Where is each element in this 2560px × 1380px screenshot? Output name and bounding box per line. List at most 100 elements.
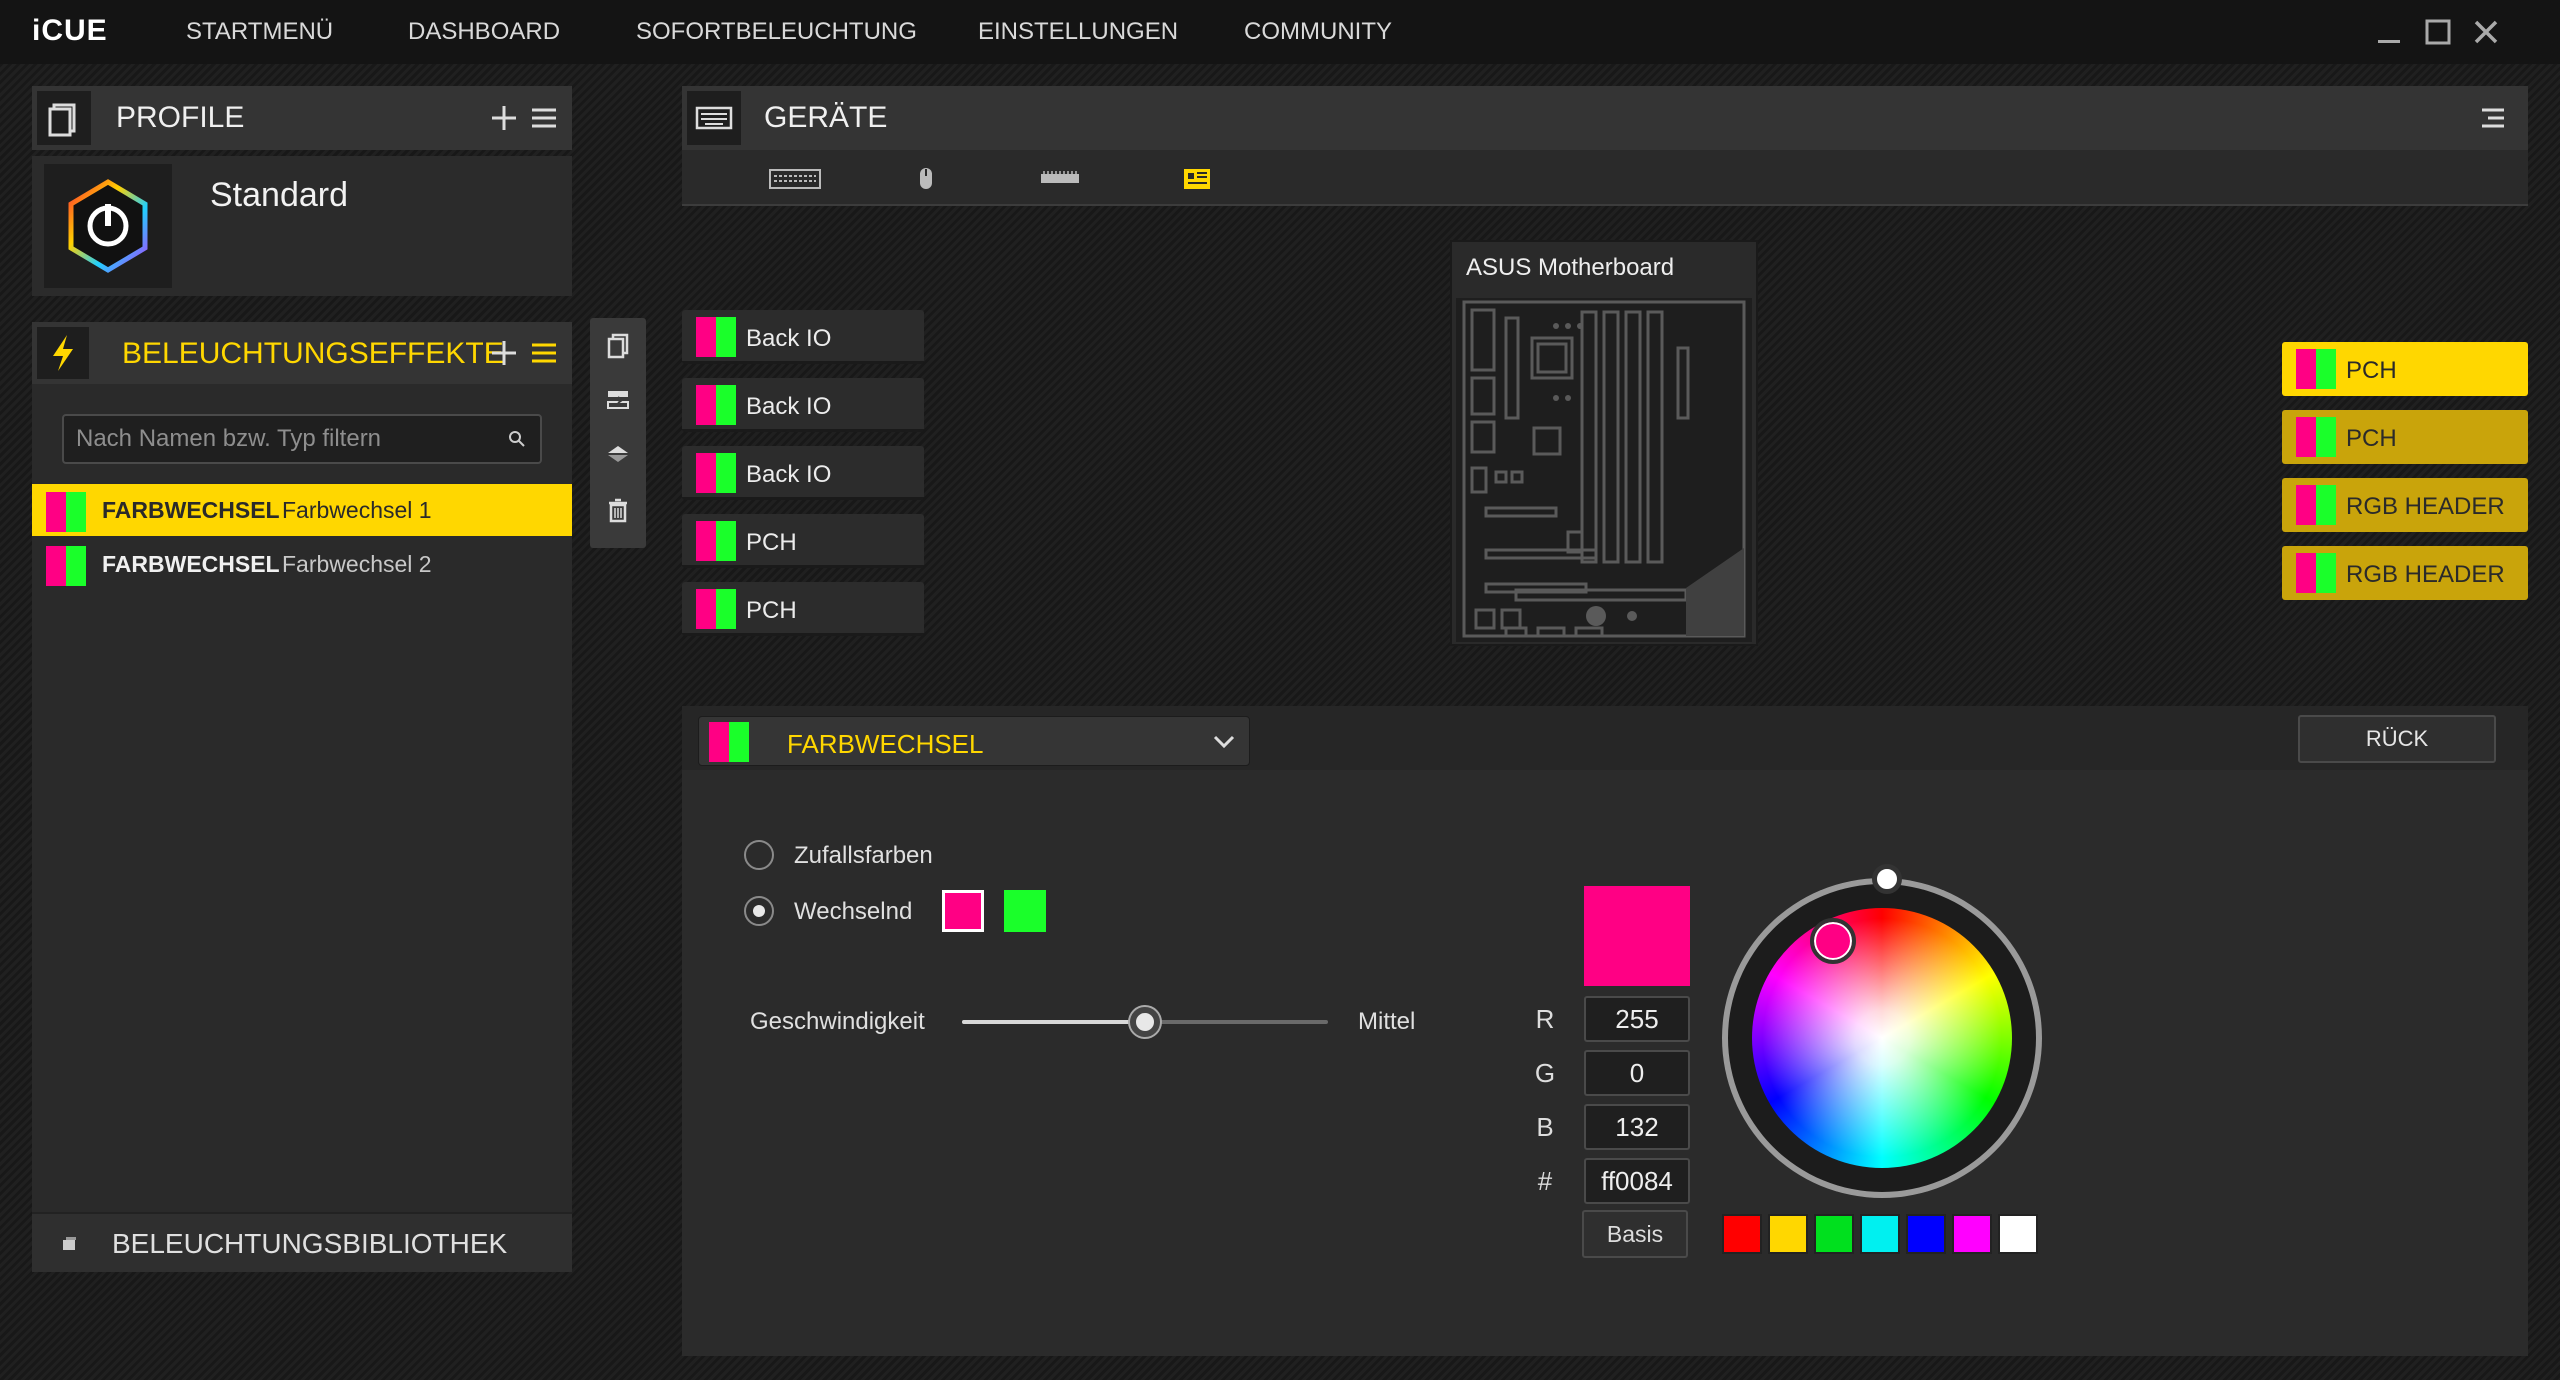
effect-editor-panel: Zufallsfarben Wechselnd Geschwindigkeit … [682, 770, 2528, 1356]
zone-label: RGB HEADER [2346, 561, 2505, 588]
effects-filter-input[interactable] [62, 414, 542, 464]
nav-startmenu[interactable]: STARTMENÜ [186, 18, 333, 46]
lightning-icon [37, 327, 89, 379]
zone-color-swatch [2296, 485, 2336, 525]
zone-color-swatch [696, 385, 736, 425]
profiles-menu-icon[interactable] [528, 102, 560, 134]
profiles-header: PROFILE [32, 86, 572, 150]
preset-blue[interactable] [1906, 1214, 1946, 1254]
lighting-library-bar[interactable]: BELEUCHTUNGSBIBLIOTHEK [32, 1212, 572, 1272]
preset-green[interactable] [1814, 1214, 1854, 1254]
zone-color-swatch [696, 521, 736, 561]
device-name: ASUS Motherboard [1466, 254, 1675, 281]
library-icon [60, 1234, 80, 1254]
zone-color-swatch [696, 453, 736, 493]
ram-icon[interactable] [1040, 170, 1080, 186]
back-button[interactable]: RÜCK [2298, 715, 2496, 763]
delete-icon[interactable] [604, 496, 632, 524]
app-logo: iCUE [32, 14, 108, 47]
color-picker-knob[interactable] [1810, 918, 1856, 964]
color-wheel-disc[interactable] [1752, 908, 2012, 1168]
add-effect-button[interactable] [488, 337, 520, 369]
color-wheel[interactable] [1722, 864, 2042, 1198]
hex-label: # [1537, 1166, 1553, 1196]
zone-color-swatch [2296, 417, 2336, 457]
hex-value-field[interactable]: ff0084 [1584, 1158, 1690, 1204]
effects-title: BELEUCHTUNGSEFFEKTE [122, 337, 504, 370]
effect-type-label: FARBWECHSEL [102, 497, 280, 523]
add-profile-button[interactable] [488, 102, 520, 134]
profile-thumbnail [44, 164, 172, 288]
zone-label: Back IO [746, 461, 832, 488]
title-bar: iCUE STARTMENÜ DASHBOARD SOFORTBELEUCHTU… [0, 0, 2560, 64]
maximize-icon[interactable] [2422, 16, 2454, 48]
profile-item[interactable]: Standard [32, 156, 572, 296]
devices-menu-icon[interactable] [2478, 104, 2508, 132]
b-label: B [1536, 1112, 1554, 1142]
preset-red[interactable] [1722, 1214, 1762, 1254]
zone-button-pch-2[interactable]: PCH [682, 582, 924, 636]
zone-color-swatch [696, 589, 736, 629]
device-tabs [682, 150, 2528, 206]
zone-label: PCH [746, 597, 797, 624]
close-icon[interactable] [2470, 16, 2502, 48]
zone-button-rgb-header-2[interactable]: RGB HEADER [2282, 546, 2528, 600]
red-value-field[interactable]: 255 [1584, 996, 1690, 1042]
zone-button-rgb-header-1[interactable]: RGB HEADER [2282, 478, 2528, 532]
zone-label: PCH [2346, 425, 2397, 452]
preset-cyan[interactable] [1860, 1214, 1900, 1254]
zone-button-back-io-3[interactable]: Back IO [682, 446, 924, 500]
preset-yellow[interactable] [1768, 1214, 1808, 1254]
zone-color-swatch [696, 317, 736, 357]
effects-header: BELEUCHTUNGSEFFEKTE [32, 322, 572, 384]
effect-color-swatch [46, 492, 86, 532]
nav-instant-lighting[interactable]: SOFORTBELEUCHTUNG [636, 18, 917, 46]
nav-community[interactable]: COMMUNITY [1244, 18, 1392, 46]
motherboard-icon[interactable] [1182, 166, 1212, 192]
zone-button-pch-right-2[interactable]: PCH [2282, 410, 2528, 464]
devices-header: GERÄTE [682, 86, 2528, 150]
effect-item-farbwechsel-1[interactable]: FARBWECHSEL Farbwechsel 1 [32, 484, 572, 536]
zone-color-swatch [2296, 349, 2336, 389]
radio-alternating[interactable] [744, 896, 774, 926]
effect-type-dropdown[interactable]: FARBWECHSEL [698, 716, 1250, 766]
r-label: R [1535, 1004, 1555, 1034]
basis-button[interactable]: Basis [1582, 1210, 1688, 1258]
effect-name-label: Farbwechsel 1 [282, 497, 432, 523]
effect-color-swatch [46, 546, 86, 586]
radio-random-colors[interactable] [744, 840, 774, 870]
zone-button-pch-right-1[interactable]: PCH [2282, 342, 2528, 396]
hue-ring-knob[interactable] [1872, 864, 1902, 894]
motherboard-diagram [1456, 298, 1752, 642]
speed-slider-thumb[interactable] [1130, 1007, 1160, 1037]
blue-value-field[interactable]: 132 [1584, 1104, 1690, 1150]
profiles-icon [37, 91, 91, 145]
copy-icon[interactable] [604, 332, 632, 360]
effect-item-farbwechsel-2[interactable]: FARBWECHSEL Farbwechsel 2 [32, 538, 572, 590]
zone-button-back-io-1[interactable]: Back IO [682, 310, 924, 364]
speed-slider[interactable] [962, 1007, 1328, 1037]
zone-button-back-io-2[interactable]: Back IO [682, 378, 924, 432]
profile-name: Standard [210, 176, 348, 214]
preset-white[interactable] [1998, 1214, 2038, 1254]
preset-magenta[interactable] [1952, 1214, 1992, 1254]
zone-button-pch-1[interactable]: PCH [682, 514, 924, 568]
effects-list-panel: FARBWECHSEL Farbwechsel 1 FARBWECHSEL Fa… [32, 384, 572, 1272]
green-value-field[interactable]: 0 [1584, 1050, 1690, 1096]
minimize-icon[interactable] [2374, 16, 2406, 48]
color-2-chip[interactable] [1004, 890, 1046, 932]
nav-settings[interactable]: EINSTELLUNGEN [978, 18, 1178, 46]
effect-editor-bar: FARBWECHSEL RÜCK [682, 706, 2528, 770]
keyboard-icon[interactable] [768, 166, 822, 192]
effect-type-label: FARBWECHSEL [102, 551, 280, 577]
color-1-chip[interactable] [942, 890, 984, 932]
zone-label: Back IO [746, 325, 832, 352]
mouse-icon[interactable] [918, 166, 934, 192]
effect-name-label: Farbwechsel 2 [282, 551, 432, 577]
search-icon[interactable] [506, 428, 528, 450]
move-layer-icon[interactable] [604, 386, 632, 414]
device-card-motherboard[interactable]: ASUS Motherboard [1450, 240, 1758, 646]
nav-dashboard[interactable]: DASHBOARD [408, 18, 560, 46]
effects-menu-icon[interactable] [528, 337, 560, 369]
reorder-icon[interactable] [604, 440, 632, 468]
